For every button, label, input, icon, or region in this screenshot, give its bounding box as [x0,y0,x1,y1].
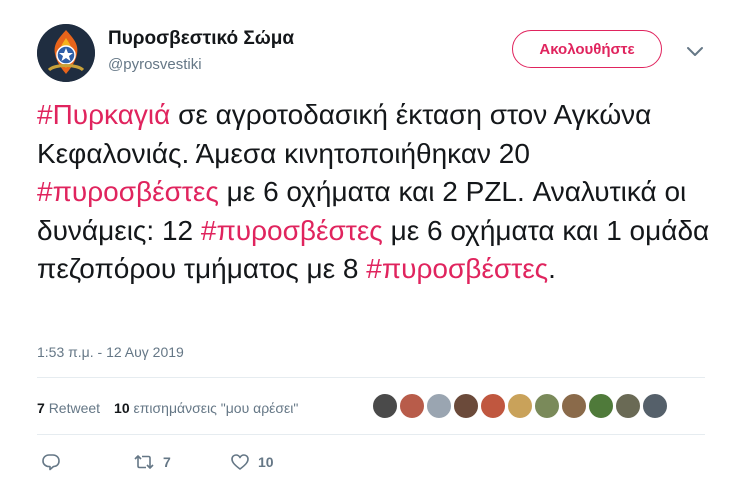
tweet-text-segment: . [548,253,556,284]
user-avatar-icon[interactable] [399,393,425,419]
retweets-count[interactable]: 7 [37,400,45,416]
user-avatar-icon[interactable] [615,393,641,419]
user-avatar-icon[interactable] [588,393,614,419]
follow-button[interactable]: Ακολουθήστε [512,30,662,68]
divider [37,377,705,378]
like-button[interactable]: 10 [230,452,274,472]
tweet-actions: 7 10 [37,452,337,476]
divider [37,434,705,435]
retweets-label[interactable]: Retweet [49,400,100,416]
retweet-icon [134,455,154,469]
user-avatar-icon[interactable] [561,393,587,419]
user-avatar-icon[interactable] [507,393,533,419]
user-avatar-icon[interactable] [480,393,506,419]
reply-icon [42,454,60,471]
retweet-count: 7 [163,454,171,470]
user-avatar-icon[interactable] [534,393,560,419]
tweet-card: Πυροσβεστικό Σώμα @pyrosvestiki Ακολουθή… [0,0,735,484]
default-avatar-icon[interactable] [426,393,452,419]
account-display-name[interactable]: Πυροσβεστικό Σώμα [108,28,294,50]
hashtag-link[interactable]: #πυροσβέστες [366,253,548,284]
hashtag-link[interactable]: #Πυρκαγιά [37,99,170,130]
retweet-button[interactable]: 7 [133,452,171,472]
heart-icon [231,454,249,470]
user-avatar-icon[interactable] [372,393,398,419]
likes-count[interactable]: 10 [114,400,130,416]
user-avatar-icon[interactable] [453,393,479,419]
chevron-down-icon[interactable] [684,40,706,62]
hashtag-link[interactable]: #πυροσβέστες [201,215,383,246]
likes-label[interactable]: επισημάνσεις "μου αρέσει" [134,400,299,416]
user-avatar-icon[interactable] [642,393,668,419]
engagement-stats: 7 Retweet 10 επισημάνσεις "μου αρέσει" [37,400,298,416]
hashtag-link[interactable]: #πυροσβέστες [37,176,219,207]
tweet-timestamp[interactable]: 1:53 π.μ. - 12 Αυγ 2019 [37,344,184,360]
tweet-text: #Πυρκαγιά σε αγροτοδασική έκταση στον Αγ… [37,96,717,289]
likers-avatars [372,393,682,421]
fire-service-emblem-icon[interactable] [37,24,95,82]
like-count: 10 [258,454,274,470]
reply-button[interactable] [41,452,61,472]
account-handle[interactable]: @pyrosvestiki [108,56,202,73]
